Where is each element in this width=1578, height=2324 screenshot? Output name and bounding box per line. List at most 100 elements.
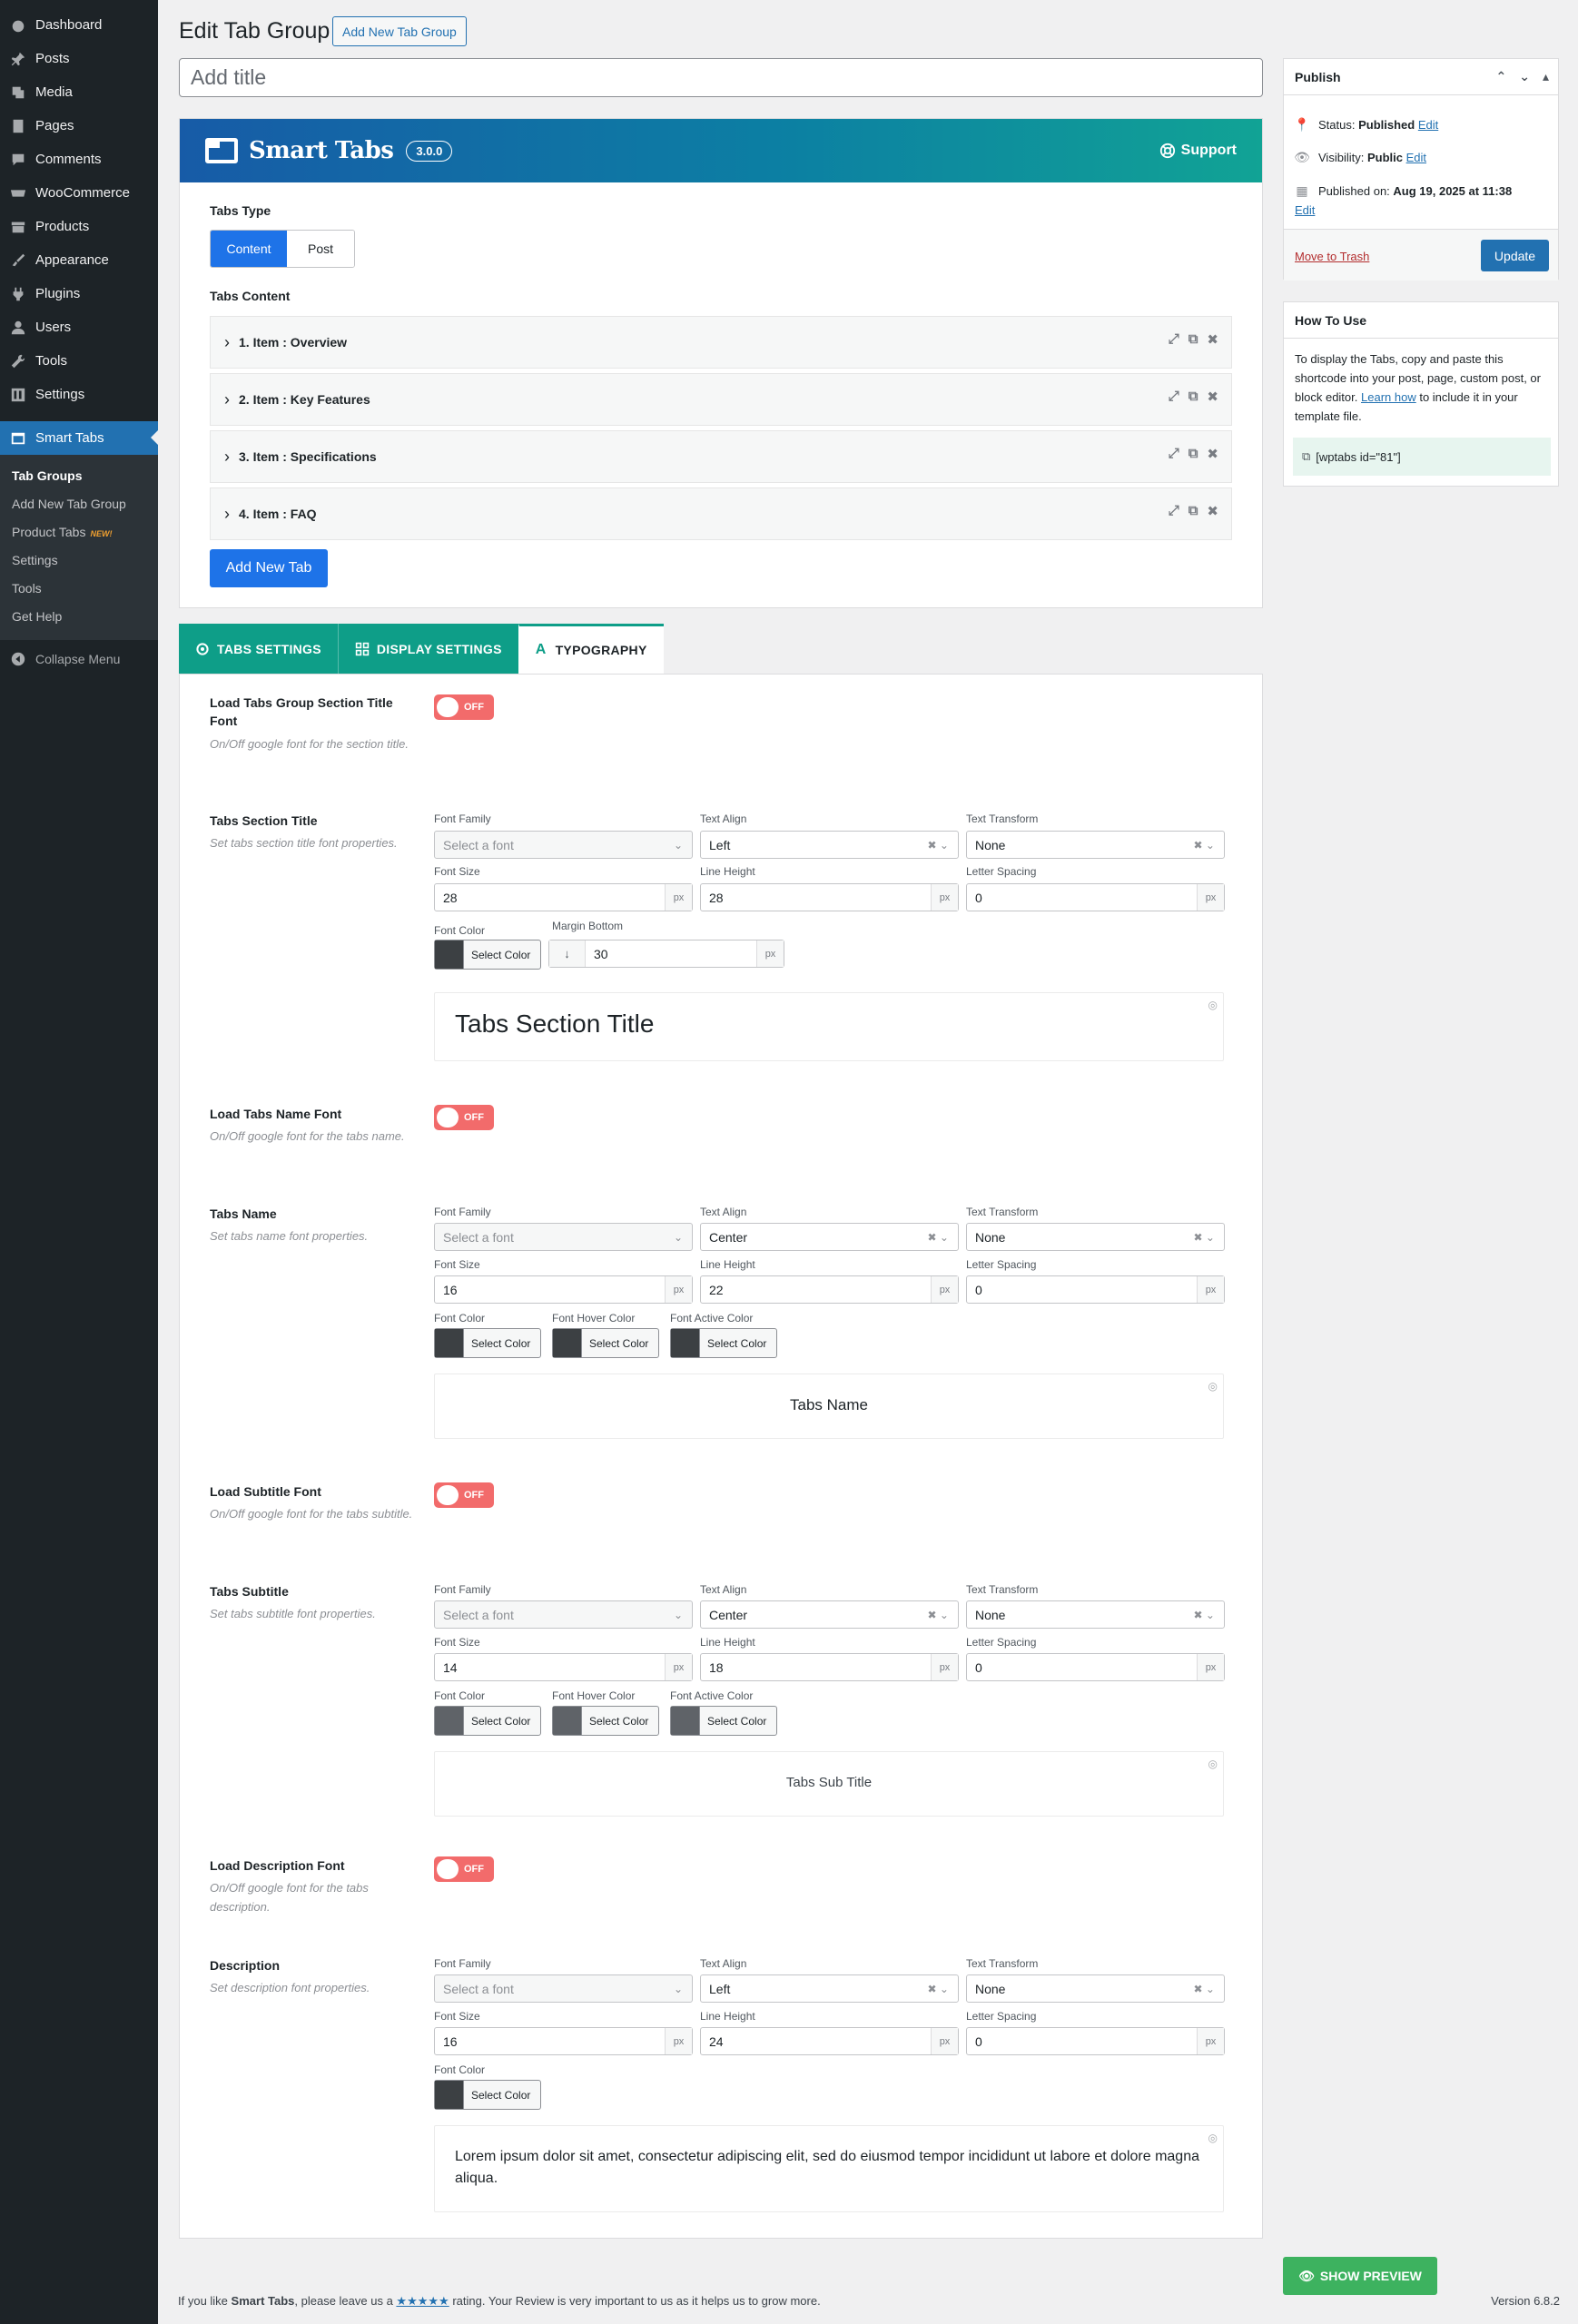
delete-icon[interactable]: ✖ xyxy=(1207,331,1218,348)
expand-icon[interactable]: ⤢ xyxy=(1169,446,1179,462)
text-transform-select[interactable]: None ✖ ⌄ xyxy=(966,1600,1225,1629)
expand-icon[interactable]: ⤢ xyxy=(1169,331,1179,348)
text-align-select[interactable]: Center ✖ ⌄ xyxy=(700,1223,959,1251)
menu-settings[interactable]: Settings xyxy=(0,378,158,411)
text-transform-select[interactable]: None ✖ ⌄ xyxy=(966,1223,1225,1251)
add-new-tab-group-button[interactable]: Add New Tab Group xyxy=(332,16,467,46)
font-color-picker[interactable]: Select Color xyxy=(434,2080,541,2110)
submenu-get-help[interactable]: Get Help xyxy=(0,603,158,631)
font-color-picker[interactable]: Select Color xyxy=(434,940,541,970)
delete-icon[interactable]: ✖ xyxy=(1207,446,1218,462)
show-preview-button[interactable]: 👁 SHOW PREVIEW xyxy=(1283,2257,1437,2295)
smart-tabs-logo-icon xyxy=(205,138,238,163)
tab-display-settings[interactable]: DISPLAY SETTINGS xyxy=(337,624,518,674)
tabs-type-content[interactable]: Content xyxy=(211,231,287,267)
font-size-input[interactable]: 28 px xyxy=(434,883,693,911)
subtitle-font-toggle[interactable]: OFF xyxy=(434,1482,494,1508)
margin-bottom-input[interactable]: ↓ 30 px xyxy=(548,940,784,968)
font-family-select[interactable]: Select a font ⌄ xyxy=(434,831,693,859)
menu-media[interactable]: Media xyxy=(0,75,158,109)
font-size-input[interactable]: 16 px xyxy=(434,1275,693,1304)
letter-spacing-input[interactable]: 0 px xyxy=(966,1275,1225,1304)
tab-item[interactable]: › 4. Item : FAQ ⤢ ⧉ ✖ xyxy=(210,487,1232,540)
text-align-select[interactable]: Left ✖ ⌄ xyxy=(700,1974,959,2003)
preview-eye-icon[interactable]: ◎ xyxy=(1208,2132,1218,2144)
text-align-select[interactable]: Center ✖ ⌄ xyxy=(700,1600,959,1629)
line-height-input[interactable]: 28 px xyxy=(700,883,959,911)
collapse-menu[interactable]: Collapse Menu xyxy=(0,642,158,675)
font-color-picker[interactable]: Select Color xyxy=(434,1706,541,1736)
expand-icon[interactable]: ⤢ xyxy=(1169,389,1179,405)
font-hover-color-picker[interactable]: Select Color xyxy=(552,1706,659,1736)
tabs-type-post[interactable]: Post xyxy=(287,231,354,267)
duplicate-icon[interactable]: ⧉ xyxy=(1188,331,1198,348)
font-hover-color-picker[interactable]: Select Color xyxy=(552,1328,659,1358)
menu-users[interactable]: Users xyxy=(0,310,158,344)
update-button[interactable]: Update xyxy=(1481,240,1549,271)
menu-smart-tabs[interactable]: Smart Tabs xyxy=(0,421,158,455)
submenu-settings[interactable]: Settings xyxy=(0,547,158,575)
tab-typography[interactable]: A TYPOGRAPHY xyxy=(518,624,664,674)
menu-products[interactable]: Products xyxy=(0,210,158,243)
letter-spacing-input[interactable]: 0 px xyxy=(966,1653,1225,1681)
text-transform-select[interactable]: None ✖ ⌄ xyxy=(966,831,1225,859)
section-title-font-toggle[interactable]: OFF xyxy=(434,694,494,720)
delete-icon[interactable]: ✖ xyxy=(1207,503,1218,519)
line-height-input[interactable]: 24 px xyxy=(700,2027,959,2055)
menu-posts[interactable]: Posts xyxy=(0,42,158,75)
duplicate-icon[interactable]: ⧉ xyxy=(1188,503,1198,519)
font-active-color-picker[interactable]: Select Color xyxy=(670,1706,777,1736)
tab-tabs-settings[interactable]: TABS SETTINGS xyxy=(179,624,338,674)
font-family-select[interactable]: Select a font ⌄ xyxy=(434,1600,693,1629)
menu-comments[interactable]: Comments xyxy=(0,143,158,176)
font-size-input[interactable]: 14 px xyxy=(434,1653,693,1681)
tab-item[interactable]: › 3. Item : Specifications ⤢ ⧉ ✖ xyxy=(210,430,1232,483)
chevron-down-icon[interactable]: ⌄ xyxy=(1519,69,1530,84)
edit-visibility-link[interactable]: Edit xyxy=(1406,151,1426,164)
font-color-picker[interactable]: Select Color xyxy=(434,1328,541,1358)
tab-item[interactable]: › 2. Item : Key Features ⤢ ⧉ ✖ xyxy=(210,373,1232,426)
shortcode-box[interactable]: ⧉ [wptabs id="81"] xyxy=(1293,438,1551,476)
menu-woocommerce[interactable]: WooCommerce xyxy=(0,176,158,210)
menu-plugins[interactable]: Plugins xyxy=(0,277,158,310)
edit-status-link[interactable]: Edit xyxy=(1418,118,1438,132)
duplicate-icon[interactable]: ⧉ xyxy=(1188,446,1198,462)
delete-icon[interactable]: ✖ xyxy=(1207,389,1218,405)
submenu-add-new[interactable]: Add New Tab Group xyxy=(0,490,158,518)
submenu-product-tabs[interactable]: Product Tabs NEW! xyxy=(0,518,158,547)
menu-dashboard[interactable]: Dashboard xyxy=(0,8,158,42)
line-height-input[interactable]: 18 px xyxy=(700,1653,959,1681)
font-active-color-picker[interactable]: Select Color xyxy=(670,1328,777,1358)
learn-how-link[interactable]: Learn how xyxy=(1361,390,1416,404)
name-font-toggle[interactable]: OFF xyxy=(434,1105,494,1130)
font-family-select[interactable]: Select a font ⌄ xyxy=(434,1223,693,1251)
support-link[interactable]: Support xyxy=(1159,143,1237,159)
font-family-select[interactable]: Select a font ⌄ xyxy=(434,1974,693,2003)
menu-appearance[interactable]: Appearance xyxy=(0,243,158,277)
font-size-input[interactable]: 16 px xyxy=(434,2027,693,2055)
preview-eye-icon[interactable]: ◎ xyxy=(1208,1758,1218,1770)
desc-font-toggle[interactable]: OFF xyxy=(434,1856,494,1882)
edit-date-link[interactable]: Edit xyxy=(1295,203,1315,217)
line-height-input[interactable]: 22 px xyxy=(700,1275,959,1304)
chevron-up-icon[interactable]: ⌃ xyxy=(1496,69,1507,84)
add-new-tab-button[interactable]: Add New Tab xyxy=(210,549,328,587)
preview-eye-icon[interactable]: ◎ xyxy=(1208,999,1218,1011)
toggle-arrow-icon[interactable]: ▴ xyxy=(1543,69,1549,84)
input-value: 22 xyxy=(709,1282,724,1297)
rating-stars-link[interactable]: ★★★★★ xyxy=(396,2294,449,2308)
text-align-select[interactable]: Left ✖ ⌄ xyxy=(700,831,959,859)
move-to-trash-link[interactable]: Move to Trash xyxy=(1295,250,1369,263)
expand-icon[interactable]: ⤢ xyxy=(1169,503,1179,519)
text-transform-select[interactable]: None ✖ ⌄ xyxy=(966,1974,1225,2003)
menu-tools[interactable]: Tools xyxy=(0,344,158,378)
letter-spacing-input[interactable]: 0 px xyxy=(966,883,1225,911)
menu-pages[interactable]: Pages xyxy=(0,109,158,143)
tab-item[interactable]: › 1. Item : Overview ⤢ ⧉ ✖ xyxy=(210,316,1232,369)
duplicate-icon[interactable]: ⧉ xyxy=(1188,389,1198,405)
preview-eye-icon[interactable]: ◎ xyxy=(1208,1380,1218,1393)
submenu-tools[interactable]: Tools xyxy=(0,575,158,603)
title-input[interactable]: Add title xyxy=(179,58,1263,97)
submenu-tab-groups[interactable]: Tab Groups xyxy=(0,462,158,490)
letter-spacing-input[interactable]: 0 px xyxy=(966,2027,1225,2055)
